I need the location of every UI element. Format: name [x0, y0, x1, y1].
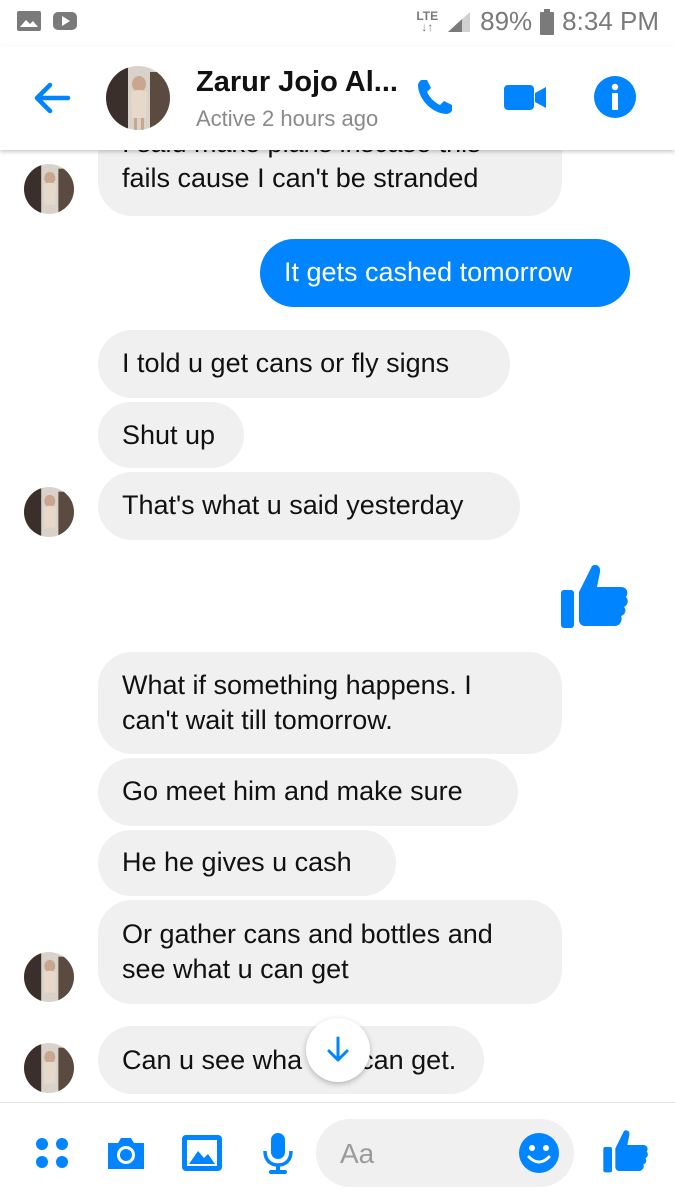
contact-avatar[interactable] — [106, 66, 170, 130]
info-icon[interactable] — [592, 74, 638, 120]
message-bubble[interactable]: What if something happens. I can't wait … — [98, 652, 562, 754]
message-bubble-sent[interactable]: It gets cashed tomorrow — [260, 239, 630, 307]
thumbs-up-send-icon[interactable] — [602, 1127, 650, 1175]
status-bar: LTE ↓↑ 89% 8:34 PM — [0, 0, 675, 46]
conversation-header: Zarur Jojo Al... Active 2 hours ago — [0, 46, 675, 150]
youtube-icon — [53, 12, 77, 30]
microphone-icon[interactable] — [256, 1131, 300, 1175]
phone-icon[interactable] — [412, 74, 458, 120]
message-bubble[interactable]: Can u see wha can get. — [98, 1026, 484, 1094]
contact-avatar-small[interactable] — [24, 952, 74, 1002]
gallery-icon — [17, 11, 41, 31]
contact-name[interactable]: Zarur Jojo Al... — [196, 66, 398, 99]
more-icon[interactable] — [30, 1131, 74, 1175]
message-bubble[interactable]: Go meet him and make sure — [98, 758, 518, 826]
message-bubble[interactable]: He he gives u cash — [98, 830, 396, 896]
message-bubble[interactable]: Or gather cans and bottles and see what … — [98, 900, 562, 1004]
scroll-to-bottom-button[interactable] — [306, 1018, 370, 1082]
contact-avatar-small[interactable] — [24, 164, 74, 214]
active-status: Active 2 hours ago — [196, 106, 379, 131]
video-icon[interactable] — [502, 74, 548, 120]
battery-percent: 89% — [480, 6, 533, 36]
scroll-down-icon — [327, 1036, 349, 1062]
message-bubble[interactable]: That's what u said yesterday — [98, 472, 520, 540]
battery-icon — [540, 8, 555, 35]
thumbs-up-icon[interactable] — [559, 560, 631, 632]
contact-avatar-small[interactable] — [24, 1043, 74, 1093]
message-list[interactable]: I said make plans inscase this fails cau… — [0, 150, 675, 1102]
contact-avatar-small[interactable] — [24, 487, 74, 537]
signal-icon — [448, 11, 471, 32]
message-bubble[interactable]: I said make plans inscase this fails cau… — [98, 150, 562, 216]
back-arrow-icon[interactable] — [30, 76, 74, 120]
camera-icon[interactable] — [104, 1131, 148, 1175]
emoji-icon[interactable] — [518, 1132, 560, 1174]
network-type: LTE ↓↑ — [416, 8, 439, 34]
message-bubble[interactable]: Shut up — [98, 402, 244, 468]
composer-bar — [0, 1102, 675, 1201]
message-input[interactable] — [338, 1133, 512, 1175]
clock: 8:34 PM — [562, 6, 659, 36]
image-icon[interactable] — [180, 1131, 224, 1175]
message-bubble[interactable]: I told u get cans or fly signs — [98, 330, 510, 398]
message-input-container[interactable] — [316, 1119, 574, 1187]
